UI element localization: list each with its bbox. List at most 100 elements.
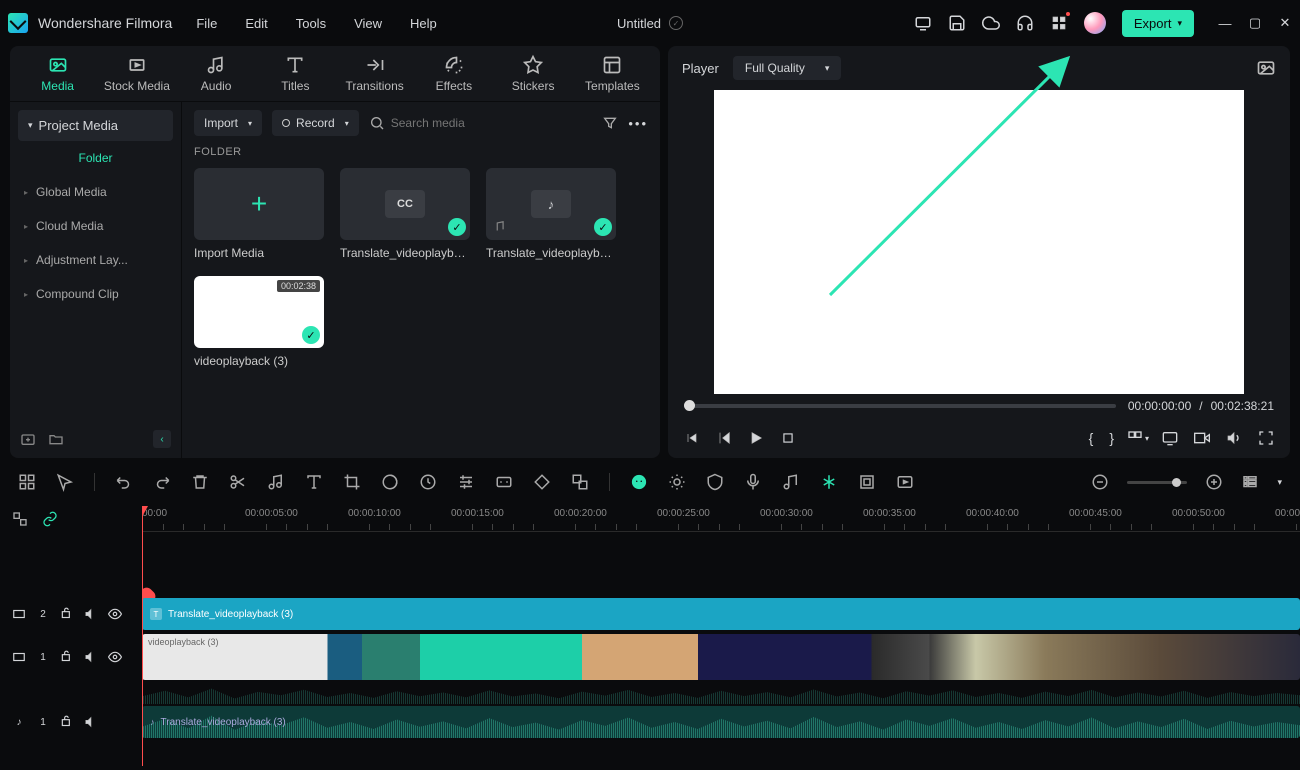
headphones-icon[interactable] (1016, 14, 1034, 32)
tl-autocut-icon[interactable] (820, 473, 838, 491)
tl-apps-icon[interactable] (18, 473, 36, 491)
caption-clip[interactable]: Translate_videoplayback (3) (142, 598, 1300, 630)
export-button[interactable]: Export▾ (1122, 10, 1194, 37)
tl-color-icon[interactable] (381, 473, 399, 491)
tl-frame-icon[interactable] (858, 473, 876, 491)
menu-file[interactable]: File (196, 16, 217, 31)
device-icon[interactable] (914, 14, 932, 32)
tl-view-icon[interactable] (1241, 473, 1259, 491)
quality-dropdown[interactable]: Full Quality (733, 56, 842, 80)
import-dropdown[interactable]: Import (194, 110, 262, 136)
tab-audio[interactable]: Audio (177, 55, 256, 93)
app-logo (8, 13, 28, 33)
tl-caption-icon[interactable] (495, 473, 513, 491)
tl-crop-icon[interactable] (343, 473, 361, 491)
tab-media[interactable]: Media (18, 55, 97, 93)
tab-transitions[interactable]: Transitions (335, 55, 414, 93)
preview-canvas[interactable] (714, 90, 1244, 394)
tl-view-dropdown[interactable]: ▾ (1277, 477, 1282, 488)
folder-icon[interactable] (48, 431, 64, 447)
record-dropdown[interactable]: Record▾ (272, 110, 359, 136)
fullscreen-icon[interactable] (1258, 430, 1274, 446)
user-avatar[interactable] (1084, 12, 1106, 34)
display-icon[interactable] (1162, 430, 1178, 446)
tl-text-icon[interactable] (305, 473, 323, 491)
tl-delete-icon[interactable] (191, 473, 209, 491)
tab-stock-media[interactable]: Stock Media (97, 55, 176, 93)
tl-enhance-icon[interactable] (668, 473, 686, 491)
folder-label: Folder (10, 141, 181, 175)
tl-marker-icon[interactable] (706, 473, 724, 491)
playhead[interactable] (142, 506, 143, 766)
tab-templates[interactable]: Templates (573, 55, 652, 93)
folder-heading: FOLDER (194, 146, 648, 158)
zoom-out-icon[interactable] (1091, 473, 1109, 491)
caption-track-head[interactable]: 2 (0, 596, 142, 632)
stop-icon[interactable] (780, 430, 796, 446)
media-item-caption[interactable]: CC✓ Translate_videoplayba... (340, 168, 470, 260)
current-time: 00:00:00:00 (1128, 399, 1191, 413)
menu-view[interactable]: View (354, 16, 382, 31)
tl-group-icon[interactable] (12, 511, 28, 527)
audio-clip[interactable]: Translate_videoplayback (3) (142, 706, 1300, 738)
apps-icon[interactable] (1050, 14, 1068, 32)
maximize-button[interactable]: ▢ (1248, 16, 1262, 30)
play-icon[interactable] (748, 430, 764, 446)
sidebar-item-compound-clip[interactable]: Compound Clip (10, 277, 181, 311)
save-icon[interactable] (948, 14, 966, 32)
search-media-input[interactable] (391, 116, 593, 130)
volume-icon[interactable] (1226, 430, 1242, 446)
filter-icon[interactable] (602, 115, 618, 131)
cloud-icon[interactable] (982, 14, 1000, 32)
mark-in-icon[interactable]: { (1089, 430, 1094, 446)
camera-icon[interactable] (1194, 430, 1210, 446)
tl-audio-icon[interactable] (782, 473, 800, 491)
mark-out-icon[interactable]: } (1109, 430, 1114, 446)
audio-track-head[interactable]: ♪1 (0, 704, 142, 740)
snapshot-icon[interactable] (1256, 58, 1276, 78)
menu-edit[interactable]: Edit (245, 16, 267, 31)
menu-help[interactable]: Help (410, 16, 437, 31)
menu-tools[interactable]: Tools (296, 16, 326, 31)
tl-render-icon[interactable] (896, 473, 914, 491)
sidebar-item-adjustment-layer[interactable]: Adjustment Lay... (10, 243, 181, 277)
more-options-icon[interactable]: ••• (628, 116, 648, 131)
layout-icon[interactable]: ▾ (1130, 430, 1146, 446)
document-title: Untitled (617, 16, 661, 31)
video-clip[interactable]: videoplayback (3) (142, 634, 1300, 680)
sidebar-item-cloud-media[interactable]: Cloud Media (10, 209, 181, 243)
new-folder-icon[interactable] (20, 431, 36, 447)
tl-voice-icon[interactable] (744, 473, 762, 491)
minimize-button[interactable]: — (1218, 16, 1232, 30)
tl-split-icon[interactable] (229, 473, 247, 491)
total-duration: 00:02:38:21 (1211, 399, 1274, 413)
video-track-head[interactable]: 1 (0, 632, 142, 682)
tl-music-icon[interactable] (267, 473, 285, 491)
tl-redo-icon[interactable] (153, 473, 171, 491)
tl-translate-icon[interactable] (571, 473, 589, 491)
media-item-audio[interactable]: ♪✓ Translate_videoplayba... (486, 168, 616, 260)
tl-undo-icon[interactable] (115, 473, 133, 491)
prev-frame-icon[interactable] (684, 430, 700, 446)
project-media-header[interactable]: Project Media (18, 110, 173, 141)
tab-stickers[interactable]: Stickers (494, 55, 573, 93)
step-back-icon[interactable] (716, 430, 732, 446)
collapse-sidebar-button[interactable]: ‹ (153, 430, 171, 448)
sidebar-item-global-media[interactable]: Global Media (10, 175, 181, 209)
import-media-tile[interactable]: + Import Media (194, 168, 324, 260)
player-label: Player (682, 61, 719, 76)
zoom-slider[interactable] (1127, 481, 1187, 484)
tl-link-icon[interactable] (42, 511, 58, 527)
tl-ai-icon[interactable] (630, 473, 648, 491)
player-scrubber[interactable] (684, 404, 1116, 408)
tl-keyframe-icon[interactable] (533, 473, 551, 491)
media-item-video[interactable]: 00:02:38✓ videoplayback (3) (194, 276, 324, 368)
timeline-ruler[interactable]: 00:0000:00:05:0000:00:10:0000:00:15:0000… (142, 506, 1300, 532)
close-button[interactable]: ✕ (1278, 16, 1292, 30)
tab-titles[interactable]: Titles (256, 55, 335, 93)
tab-effects[interactable]: Effects (414, 55, 493, 93)
tl-selection-icon[interactable] (56, 473, 74, 491)
tl-adjust-icon[interactable] (457, 473, 475, 491)
zoom-in-icon[interactable] (1205, 473, 1223, 491)
tl-speed-icon[interactable] (419, 473, 437, 491)
